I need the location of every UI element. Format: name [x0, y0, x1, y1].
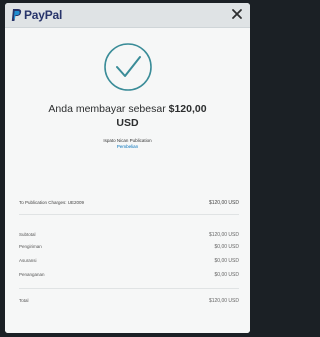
line-item-description: To Publication Charges: UE2009	[19, 200, 85, 205]
brand-name: PayPal	[24, 8, 63, 22]
summary-value: $120,00 USD	[208, 232, 239, 238]
line-item-amount: $120,00 USD	[208, 200, 239, 206]
summary-label: Penanganan	[19, 272, 45, 277]
headline-currency: USD	[116, 117, 139, 129]
summary-label: Subtotal	[19, 232, 36, 237]
summary-value: $0,00 USD	[214, 244, 239, 250]
divider	[19, 288, 239, 289]
check-circle-icon	[104, 43, 152, 91]
close-icon[interactable]	[231, 8, 243, 20]
summary-label: Asuransi	[19, 258, 37, 263]
payment-headline: Anda membayar sebesar $120,00 USD	[5, 102, 250, 130]
total-row: Total $120,00 USD	[19, 298, 239, 306]
summary-row-handling: Penanganan $0,00 USD	[19, 272, 239, 280]
paypal-screen: PayPal Anda membayar sebesar $120,00 USD…	[5, 3, 250, 333]
summary-value: $0,00 USD	[214, 258, 239, 264]
merchant-link[interactable]: Pembelian	[5, 144, 250, 149]
total-label: Total	[19, 298, 29, 303]
summary-row-subtotal: Subtotal $120,00 USD	[19, 232, 239, 240]
total-value: $120,00 USD	[208, 298, 239, 304]
summary-row-insurance: Asuransi $0,00 USD	[19, 258, 239, 266]
summary-value: $0,00 USD	[214, 272, 239, 278]
paypal-logo-icon	[11, 9, 22, 21]
divider	[19, 214, 239, 215]
header-bar: PayPal	[5, 3, 250, 28]
headline-amount: $120,00	[168, 103, 207, 115]
headline-prefix: Anda membayar sebesar	[48, 103, 166, 115]
merchant-name: Ispato Nican Publication	[103, 138, 152, 143]
summary-label: Pengiriman	[19, 244, 42, 249]
summary-row-shipping: Pengiriman $0,00 USD	[19, 244, 239, 252]
line-item: To Publication Charges: UE2009 $120,00 U…	[19, 200, 239, 208]
main-content: Anda membayar sebesar $120,00 USD Ispato…	[5, 28, 250, 333]
